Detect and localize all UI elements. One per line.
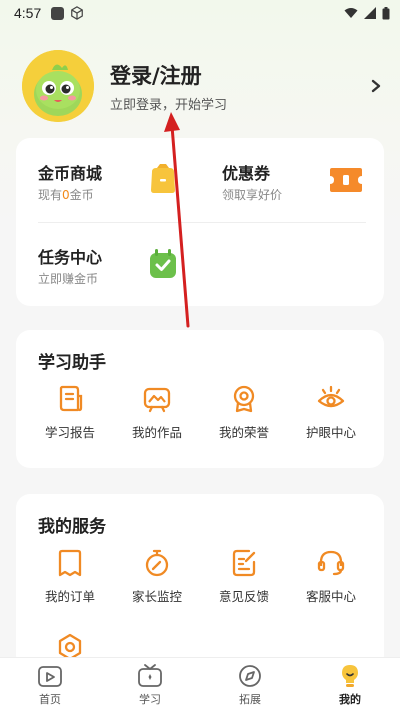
eye-care-label: 护眼中心 (305, 425, 356, 440)
coin-bag-icon (151, 164, 175, 193)
parental-control-button[interactable]: 家长监控 (117, 548, 197, 605)
tab-home-label: 首页 (39, 693, 61, 706)
coupon-entry[interactable]: 优惠券 领取享好价 (200, 138, 384, 222)
medal-icon (233, 385, 255, 413)
wifi-icon (344, 8, 358, 18)
coupon-subtitle: 领取享好价 (222, 188, 283, 202)
customer-service-label: 客服中心 (305, 589, 356, 604)
coin-mall-subtitle: 现有0金币 (38, 188, 94, 202)
my-honors-button[interactable]: 我的荣誉 (204, 384, 284, 441)
my-works-button[interactable]: 我的作品 (117, 384, 197, 441)
headset-icon (317, 550, 345, 576)
eye-care-button[interactable]: 护眼中心 (291, 384, 371, 441)
task-center-entry[interactable]: 任务中心 立即赚金币 (16, 223, 200, 306)
bottom-navigation: 首页 学习 拓展 我的 (0, 657, 400, 711)
my-orders-label: 我的订单 (44, 589, 95, 604)
mascot-avatar-icon (22, 50, 94, 122)
coupon-title: 优惠券 (222, 164, 271, 183)
tv-icon (138, 664, 162, 687)
feedback-button[interactable]: 意见反馈 (204, 548, 284, 605)
login-register-title[interactable]: 登录/注册 (110, 60, 202, 90)
study-helper-card: 学习助手 学习报告 我的作品 我的荣誉 护眼中心 (16, 330, 384, 468)
cube-icon (71, 6, 84, 20)
coin-mall-entry[interactable]: 金币商城 现有0金币 (16, 138, 200, 222)
tab-mine[interactable]: 我的 (300, 658, 400, 711)
status-time: 4:57 (14, 5, 42, 21)
tab-mine-label: 我的 (339, 693, 361, 706)
order-icon (58, 549, 82, 577)
lightbulb-icon (342, 665, 358, 687)
task-check-icon (150, 249, 176, 278)
status-bar: 4:57 (0, 0, 400, 26)
task-center-title: 任务中心 (38, 248, 103, 267)
artwork-icon (143, 387, 171, 413)
feedback-icon (232, 549, 256, 577)
coupon-icon (330, 168, 362, 192)
study-helper-title: 学习助手 (38, 353, 106, 373)
tab-home[interactable]: 首页 (0, 658, 100, 711)
chevron-right-icon[interactable] (369, 76, 383, 96)
my-services-title: 我的服务 (38, 517, 106, 537)
report-icon (59, 385, 83, 412)
my-orders-button[interactable]: 我的订单 (30, 548, 110, 605)
home-video-icon (38, 666, 62, 687)
tab-learn[interactable]: 学习 (100, 658, 200, 711)
customer-service-button[interactable]: 客服中心 (291, 548, 371, 605)
tab-explore-label: 拓展 (239, 693, 261, 706)
compass-icon (239, 665, 261, 687)
profile-login-header[interactable]: 登录/注册 立即登录，开始学习 (22, 50, 387, 124)
eye-icon (317, 385, 345, 408)
notification-app-icon (51, 6, 65, 20)
coin-mall-title: 金币商城 (38, 164, 103, 183)
study-report-label: 学习报告 (44, 425, 95, 440)
avatar[interactable] (22, 50, 94, 122)
feedback-label: 意见反馈 (218, 589, 269, 604)
battery-icon (382, 6, 390, 19)
signal-icon (364, 7, 376, 19)
tab-explore[interactable]: 拓展 (200, 658, 300, 711)
coin-count: 0 (62, 188, 70, 202)
login-subtitle: 立即登录，开始学习 (110, 98, 228, 113)
tab-learn-label: 学习 (139, 693, 161, 706)
parental-control-label: 家长监控 (131, 589, 182, 604)
my-works-label: 我的作品 (131, 425, 182, 440)
study-report-button[interactable]: 学习报告 (30, 384, 110, 441)
assets-card: 金币商城 现有0金币 优惠券 领取享好价 任务中心 立即赚金币 (16, 138, 384, 306)
timer-icon (145, 549, 169, 577)
my-honors-label: 我的荣誉 (218, 425, 269, 440)
my-services-card: 我的服务 我的订单 家长监控 意见反馈 客服中心 (16, 494, 384, 669)
task-center-subtitle: 立即赚金币 (38, 272, 99, 286)
